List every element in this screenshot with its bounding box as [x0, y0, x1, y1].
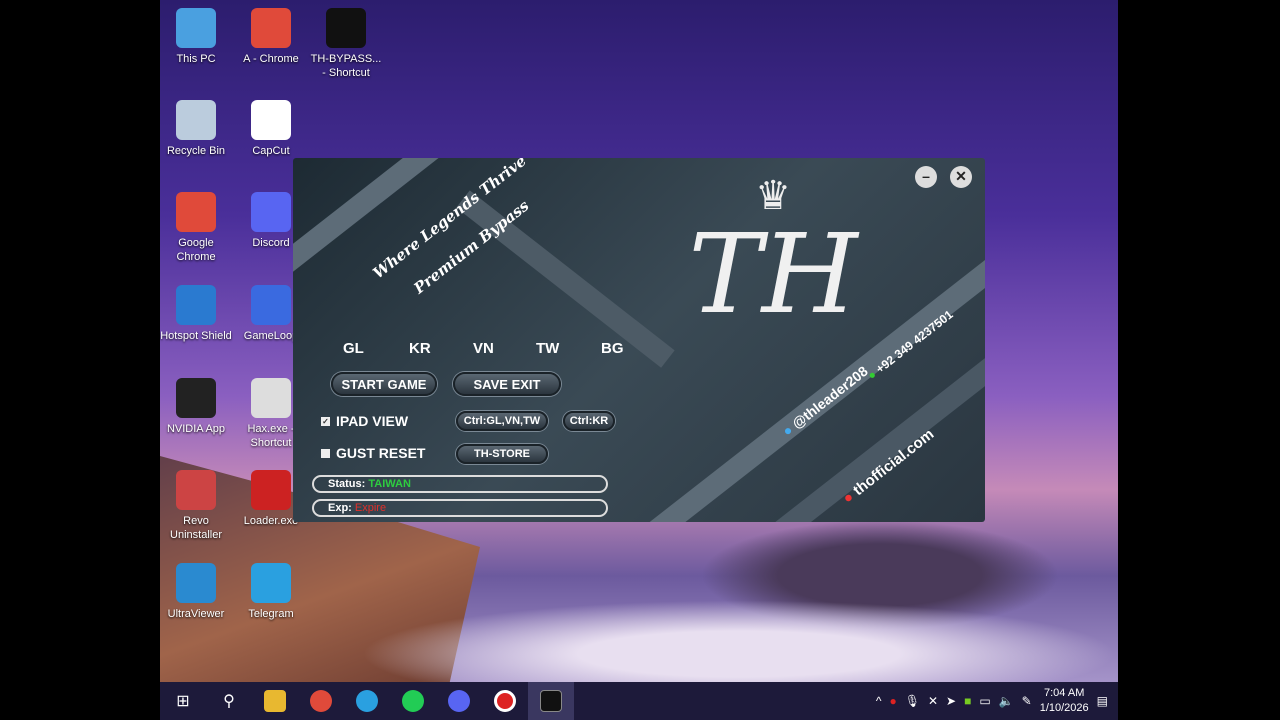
taskbar: ⊞ ⚲ ^ ● 🎙 ✕ ➤ ■ ▭ 🔈 ✎ 7:04 AM 1/10/2026 ▤	[160, 682, 1118, 720]
app-icon	[176, 100, 216, 140]
ctrl-gl-button[interactable]: Ctrl:GL,VN,TW	[456, 411, 548, 431]
microphone-icon[interactable]: 🎙	[905, 694, 920, 708]
app-icon	[251, 100, 291, 140]
start-game-button[interactable]: START GAME	[331, 372, 437, 396]
app-icon	[176, 470, 216, 510]
th-store-button[interactable]: TH-STORE	[456, 444, 548, 464]
nvidia-tray-icon[interactable]: ■	[964, 694, 971, 708]
desktop-icon[interactable]: A - Chrome	[233, 8, 309, 66]
system-tray: ^ ● 🎙 ✕ ➤ ■ ▭ 🔈 ✎ 7:04 AM 1/10/2026 ▤	[876, 682, 1118, 720]
desktop-icon[interactable]: Revo Uninstaller	[160, 470, 234, 542]
desktop-icon-label: Telegram	[248, 608, 294, 620]
desktop-icon-label: Hotspot Shield	[160, 330, 232, 342]
gust-reset-checkbox[interactable]: GUST RESET	[321, 445, 425, 461]
app-icon	[176, 285, 216, 325]
app-icon	[251, 563, 291, 603]
exp-field: Exp: Expire	[312, 499, 608, 517]
pen-icon[interactable]: ✎	[1022, 694, 1032, 708]
status-field: Status: TAIWAN	[312, 475, 608, 493]
desktop-icon-label: Revo Uninstaller	[170, 515, 222, 541]
start-button[interactable]: ⊞	[160, 682, 206, 720]
th-logo: ♛ TH	[663, 173, 883, 363]
volume-icon[interactable]: 🔈	[999, 694, 1014, 708]
desktop-icon-label: UltraViewer	[167, 608, 225, 620]
th-bypass-window: Where Legends Thrive Premium Bypass ♛ TH…	[293, 158, 985, 522]
whatsapp-taskbar-icon[interactable]	[390, 682, 436, 720]
network-icon[interactable]: ▭	[979, 694, 990, 708]
app-icon	[251, 378, 291, 418]
desktop-icon[interactable]: Hotspot Shield	[160, 285, 234, 343]
desktop-icon-label: Recycle Bin	[166, 145, 226, 157]
close-button[interactable]: ✕	[950, 166, 972, 188]
region-vn[interactable]: VN	[473, 340, 494, 357]
app-icon	[326, 8, 366, 48]
mic-muted-icon[interactable]: ✕	[928, 694, 938, 708]
desktop-icon[interactable]: Google Chrome	[160, 192, 234, 264]
clock[interactable]: 7:04 AM 1/10/2026	[1040, 686, 1089, 716]
th-bypass-taskbar-icon[interactable]	[528, 682, 574, 720]
chevron-up-icon[interactable]: ^	[876, 694, 882, 708]
desktop-icon-label: This PC	[176, 53, 216, 65]
discord-taskbar-icon[interactable]	[436, 682, 482, 720]
desktop-icon[interactable]: UltraViewer	[160, 563, 234, 621]
exp-value: Expire	[354, 502, 387, 514]
desktop-icon-label: NVIDIA App	[166, 423, 226, 435]
notifications-icon[interactable]: ▤	[1097, 694, 1108, 708]
telegram-taskbar-icon[interactable]	[344, 682, 390, 720]
desktop-icon[interactable]: Recycle Bin	[160, 100, 234, 158]
region-gl[interactable]: GL	[343, 340, 364, 357]
record-icon[interactable]: ●	[890, 694, 897, 708]
desktop-icon[interactable]: This PC	[160, 8, 234, 66]
telegram-contact: ● @thleader208	[779, 362, 871, 440]
file-explorer-icon[interactable]	[252, 682, 298, 720]
region-tw[interactable]: TW	[536, 340, 559, 357]
desktop: This PC A - Chrome TH-BYPASS... - Shortcut…	[160, 0, 1118, 720]
wallpaper-clouds	[360, 600, 1118, 690]
app-icon	[176, 192, 216, 232]
save-exit-button[interactable]: SAVE EXIT	[453, 372, 561, 396]
ctrl-kr-button[interactable]: Ctrl:KR	[563, 411, 615, 431]
app-icon	[176, 378, 216, 418]
app-icon	[176, 563, 216, 603]
desktop-icon[interactable]: TH-BYPASS... - Shortcut	[308, 8, 384, 80]
app-icon	[251, 192, 291, 232]
desktop-icon-label: A - Chrome	[243, 53, 299, 65]
recorder-taskbar-icon[interactable]	[482, 682, 528, 720]
region-kr[interactable]: KR	[409, 340, 431, 357]
desktop-icon-label: CapCut	[252, 145, 290, 157]
chrome-taskbar-icon[interactable]	[298, 682, 344, 720]
search-icon[interactable]: ⚲	[206, 682, 252, 720]
ipad-view-checkbox[interactable]: ✓ IPAD VIEW	[321, 413, 408, 429]
status-value: TAIWAN	[368, 478, 411, 490]
desktop-icon[interactable]: Telegram	[233, 563, 309, 621]
app-icon	[251, 470, 291, 510]
minimize-button[interactable]: –	[915, 166, 937, 188]
app-icon	[251, 285, 291, 325]
desktop-icon-label: TH-BYPASS... - Shortcut	[310, 53, 382, 79]
region-bg[interactable]: BG	[601, 340, 624, 357]
desktop-icon-label: Google Chrome	[176, 237, 216, 263]
app-icon	[251, 8, 291, 48]
app-icon	[176, 8, 216, 48]
desktop-icon[interactable]: NVIDIA App	[160, 378, 234, 436]
telegram-tray-icon[interactable]: ➤	[946, 694, 956, 708]
desktop-icon[interactable]: CapCut	[233, 100, 309, 158]
